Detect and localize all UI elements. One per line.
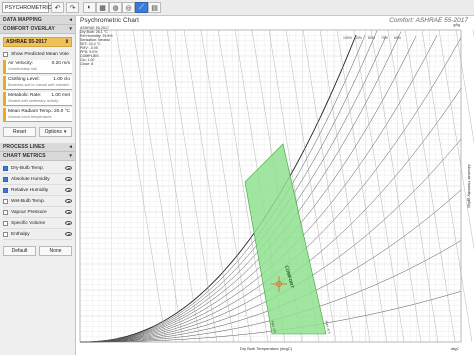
chart-metric-item[interactable]: Relative Humidity	[3, 185, 72, 196]
chevron-left-icon: ◂	[69, 17, 72, 23]
rh-label: 90%	[355, 36, 362, 40]
section-title: COMFORT OVERLAY	[3, 26, 55, 32]
metric-label: Dry-Bulb Temp.	[11, 165, 44, 171]
y-axis-label: Absolute Humidity (g/kg)	[467, 164, 472, 208]
redo-button[interactable]: ↷	[66, 2, 79, 13]
metric-label: Relative Humidity	[11, 187, 49, 193]
chevron-left-icon: ◂	[69, 144, 72, 150]
chart-metric-item[interactable]: Enthalpy	[3, 229, 72, 240]
checkbox[interactable]	[3, 187, 8, 193]
standard-select[interactable]: ASHRAE 55-2017 ⇕	[3, 37, 72, 47]
rh-label: 80%	[368, 36, 375, 40]
chart-view-icon[interactable]: ⟋	[135, 2, 148, 13]
chart-subtitle: Comfort: ASHRAE 55-2017	[389, 17, 468, 24]
eye-icon[interactable]	[65, 232, 72, 236]
section-title: PROCESS LINES	[3, 144, 45, 150]
comfort-param-slider[interactable]: Clothing Level: 1.00 clo Business suit o…	[3, 76, 72, 90]
section-process-lines[interactable]: PROCESS LINES ◂	[0, 143, 75, 152]
section-title: DATA MAPPING	[3, 17, 42, 23]
app-selector[interactable]: PSYCHROMETRIC ▾	[2, 2, 54, 13]
overlay-icon[interactable]: ◍	[109, 2, 122, 13]
section-comfort-overlay[interactable]: COMFORT OVERLAY ▾	[0, 25, 75, 34]
options-label: Options	[44, 129, 62, 135]
metric-label: Specific Volume	[11, 220, 46, 226]
slider-track[interactable]	[6, 121, 72, 122]
chart-metric-item[interactable]: Specific Volume	[3, 218, 72, 229]
standard-value: ASHRAE 55-2017	[6, 39, 47, 45]
table-view-icon[interactable]: ▤	[148, 2, 161, 13]
view-mode-group: ◐ ▦ ◍ ◎ ⟋ ▤	[83, 2, 161, 13]
metrics-buttons: Default None	[0, 240, 75, 259]
param-description: Business suit or casual with sweater.	[8, 83, 70, 87]
checkbox[interactable]	[3, 176, 8, 182]
metric-label: Wet-Bulb Temp.	[11, 198, 45, 204]
chart-metric-item[interactable]: Absolute Humidity	[3, 174, 72, 185]
comfort-param-slider[interactable]: Metabolic Rate: 1.00 met Seated with sed…	[3, 92, 72, 106]
chart-metric-item[interactable]: Dry-Bulb Temp.	[3, 163, 72, 174]
param-value: 20.0 °C	[53, 109, 70, 114]
app-name: PSYCHROMETRIC	[5, 4, 52, 11]
info-line: Close: 8	[80, 62, 94, 66]
comfort-info-block: ASHRAE 55-2017 Dry Bulb: 26.1 °C Rel Humid…	[80, 26, 113, 66]
comfort-param-slider[interactable]: Mean Radiant Temp.: 20.0 °C Normal room …	[3, 108, 72, 122]
checkbox[interactable]	[3, 198, 8, 204]
checkbox[interactable]	[3, 209, 8, 215]
comfort-buttons: Reset Options ▾	[0, 124, 75, 140]
show-pmv-toggle[interactable]: Show Predicted Mean Vote	[0, 50, 75, 59]
section-title: CHART METRICS	[3, 153, 46, 159]
eye-icon[interactable]	[65, 221, 72, 225]
comfort-param-slider[interactable]: Air Velocity: 0.20 m/s Unnoticeably stil…	[3, 60, 72, 74]
metric-label: Absolute Humidity	[11, 176, 50, 182]
eye-icon[interactable]	[65, 188, 72, 192]
rh-label: 60%	[394, 36, 401, 40]
options-button[interactable]: Options ▾	[39, 127, 72, 137]
param-description: Seated with sedentary activity.	[8, 99, 60, 103]
chevron-down-icon: ▾	[63, 129, 67, 135]
show-pmv-label: Show Predicted Mean Vote	[11, 52, 69, 57]
checkbox[interactable]	[3, 220, 8, 226]
x-axis-label: Dry Bulb Temperature (degC)	[240, 346, 293, 351]
section-data-mapping[interactable]: DATA MAPPING ◂	[0, 16, 75, 25]
eye-icon[interactable]	[65, 199, 72, 203]
psychrometric-chart-panel: 100% 90% 80% 70% 60% COMFORT PMV -0.5 PMV +0.5 D…	[76, 16, 474, 355]
rh-label: 100%	[343, 36, 352, 40]
chart-metric-item[interactable]: Vapour Pressure	[3, 207, 72, 218]
rh-curve	[80, 35, 366, 343]
metric-label: Enthalpy	[11, 231, 30, 237]
data-view-icon[interactable]: ▦	[96, 2, 109, 13]
slider-track[interactable]	[6, 105, 72, 106]
param-value: 0.20 m/s	[51, 61, 70, 66]
param-value: 1.00 met	[51, 93, 70, 98]
undo-button[interactable]: ↶	[51, 2, 64, 13]
top-toolbar: PSYCHROMETRIC ▾ ↶ ↷ ◐ ▦ ◍ ◎ ⟋ ▤	[0, 0, 474, 16]
psychrometric-chart[interactable]: 100% 90% 80% 70% 60%COMFORTPMV -0.5 PMV +0.5D…	[76, 16, 474, 355]
target-icon[interactable]: ◎	[122, 2, 135, 13]
x-unit-label: degC	[451, 347, 460, 351]
eye-icon[interactable]	[65, 166, 72, 170]
checkbox[interactable]	[3, 52, 8, 57]
chevron-updown-icon: ⇕	[64, 39, 69, 45]
checkbox[interactable]	[3, 165, 8, 171]
chevron-down-icon: ▾	[69, 153, 72, 159]
eye-icon[interactable]	[65, 210, 72, 214]
eye-icon[interactable]	[65, 177, 72, 181]
reset-button[interactable]: Reset	[3, 127, 36, 137]
left-sidebar: DATA MAPPING ◂ COMFORT OVERLAY ▾ ASHRAE …	[0, 16, 76, 355]
chevron-down-icon: ▾	[69, 26, 72, 32]
param-value: 1.00 clo	[53, 77, 70, 82]
none-button[interactable]: None	[39, 246, 72, 256]
chart-metric-item[interactable]: Wet-Bulb Temp.	[3, 196, 72, 207]
globe-icon[interactable]: ◐	[83, 2, 96, 13]
param-description: Unnoticeably still.	[8, 67, 38, 71]
default-button[interactable]: Default	[3, 246, 36, 256]
slider-track[interactable]	[6, 89, 72, 90]
chart-title: Psychrometric Chart	[80, 17, 139, 24]
checkbox[interactable]	[3, 231, 8, 237]
rh-label: 70%	[381, 36, 388, 40]
metric-label: Vapour Pressure	[11, 209, 47, 215]
section-chart-metrics[interactable]: CHART METRICS ▾	[0, 152, 75, 161]
slider-track[interactable]	[6, 73, 72, 74]
param-description: Normal room temperature.	[8, 115, 53, 119]
